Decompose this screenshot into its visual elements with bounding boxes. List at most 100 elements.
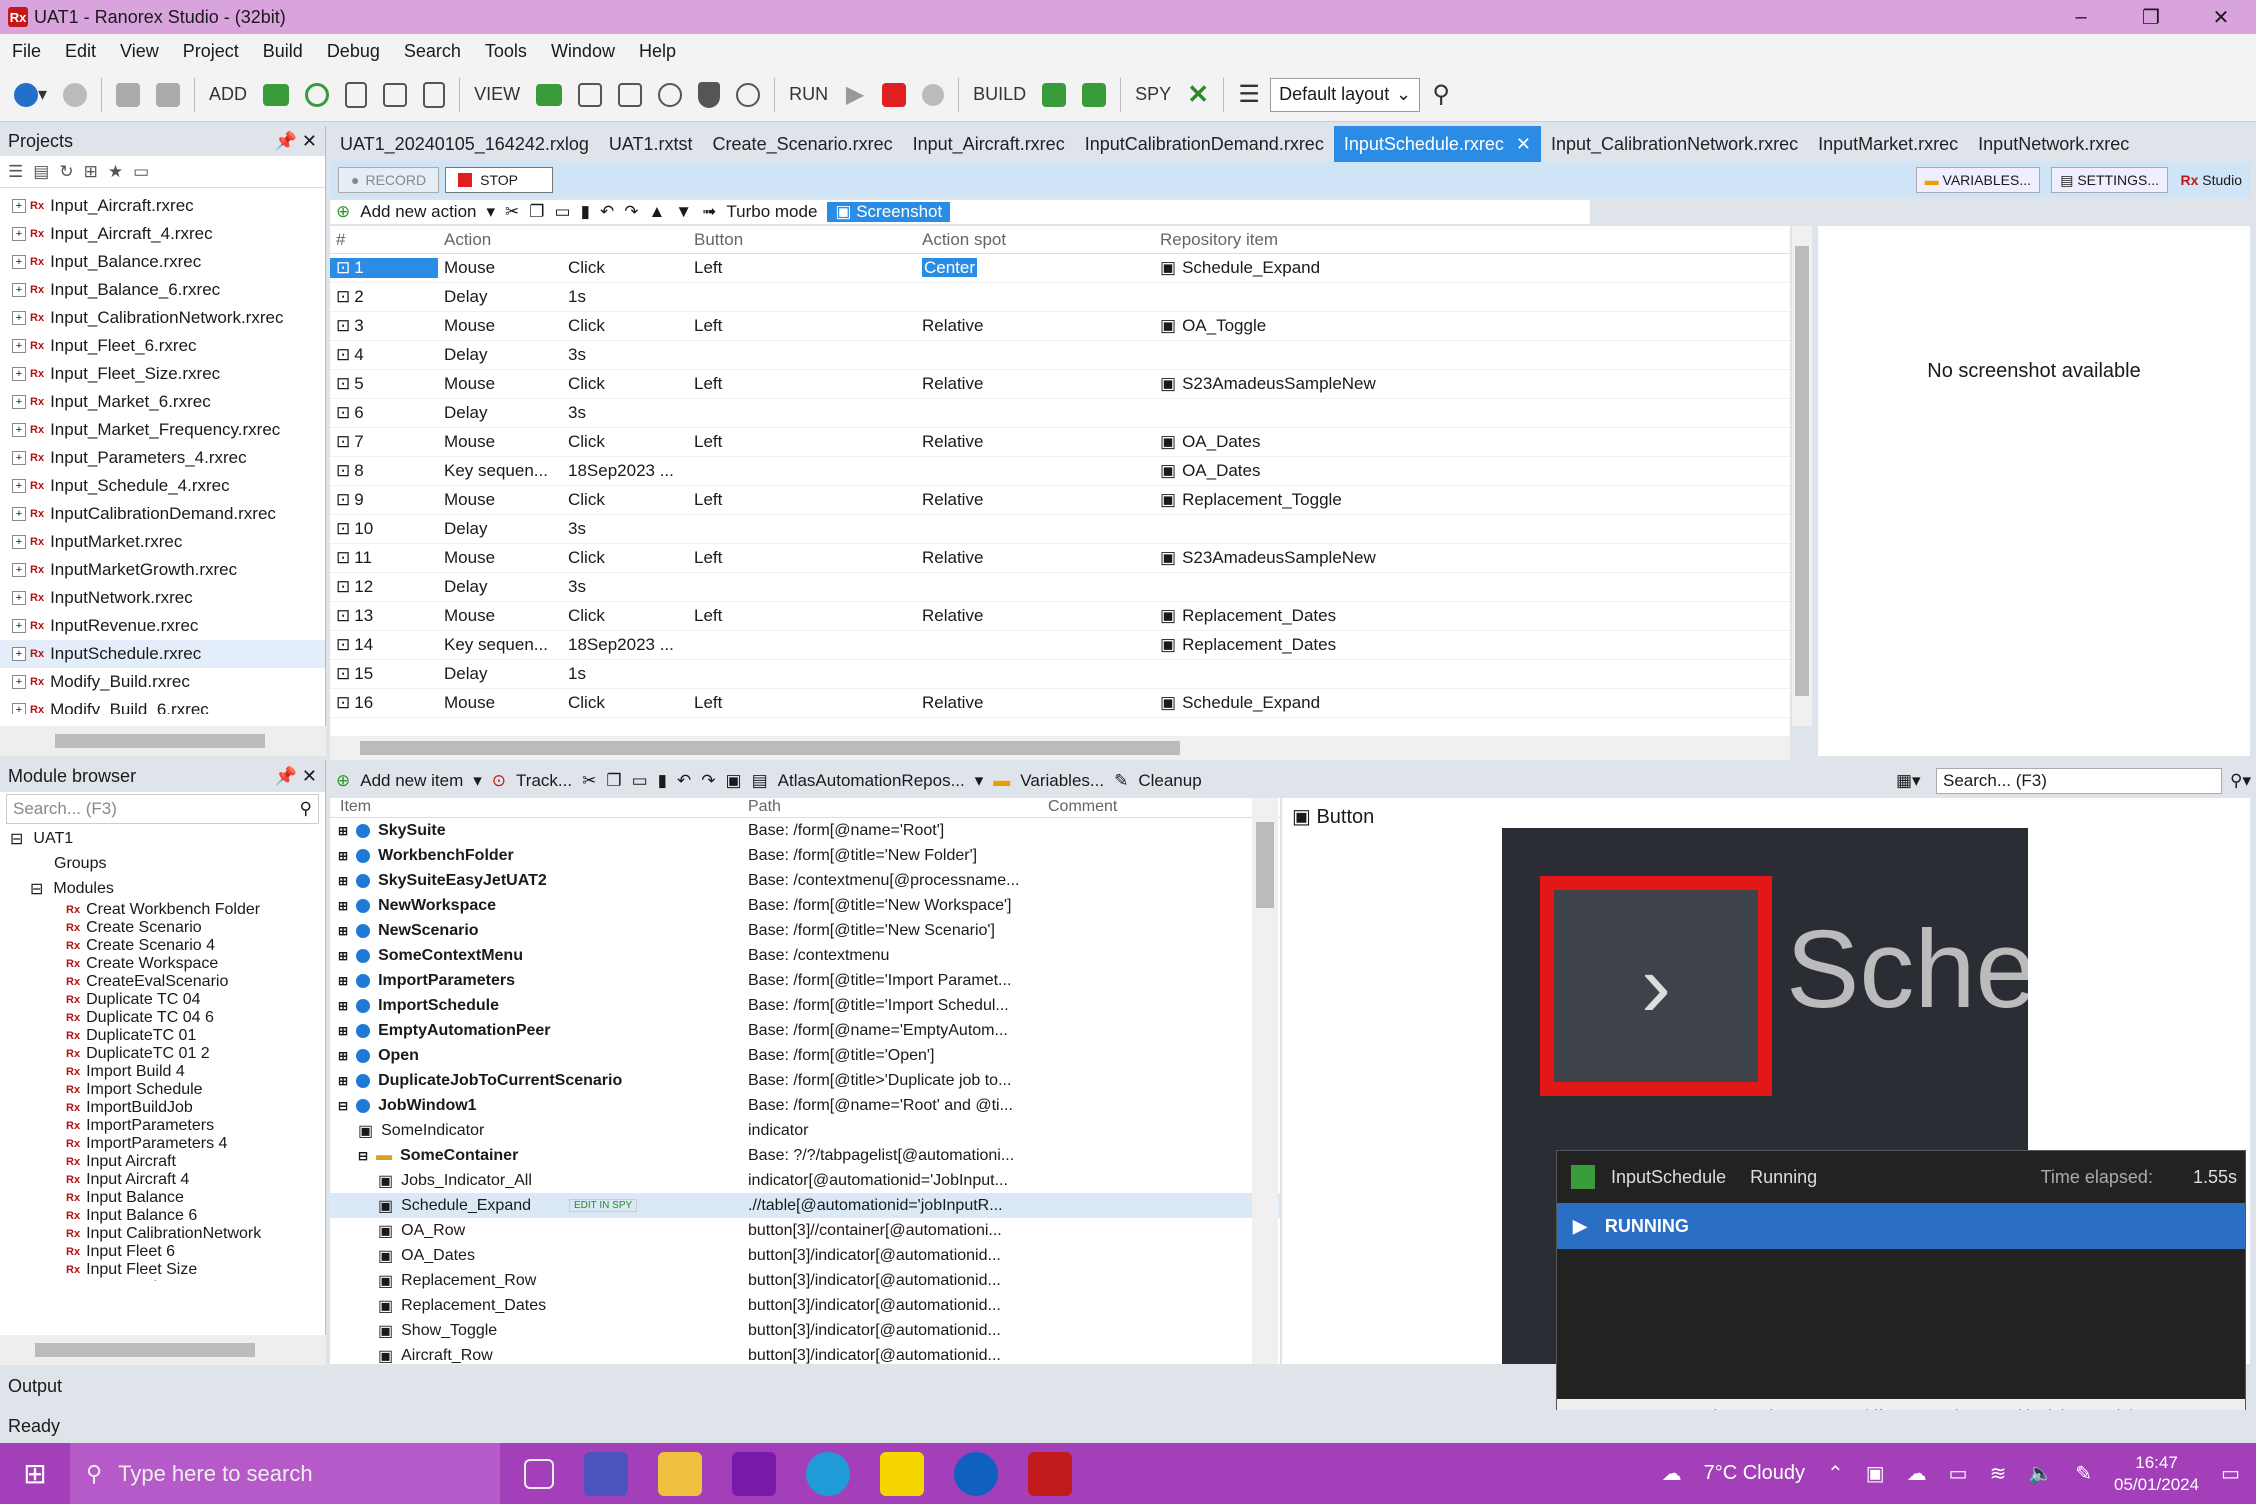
module-search-input[interactable]: Search... (F3) ⚲ [6,794,319,824]
repository-row[interactable]: ▣ OA_Dates button[3]/indicator[@automation… [330,1243,1280,1268]
tab-input-market[interactable]: InputMarket.rxrec [1808,126,1968,162]
menu-search[interactable]: Search [392,41,473,62]
windows-start-icon[interactable]: ⊞ [0,1443,70,1504]
tab-test-suite[interactable]: UAT1.rxtst [599,126,703,162]
redo-icon[interactable]: ↷ [701,771,715,791]
project-item[interactable]: + Rx InputRevenue.rxrec [0,612,325,640]
add-folder-button[interactable] [257,76,295,114]
teams-icon[interactable] [584,1451,628,1496]
cut-icon[interactable]: ✂ [505,202,519,222]
tab-input-network[interactable]: InputNetwork.rxrec [1968,126,2139,162]
move-up-icon[interactable]: ▲ [648,202,665,222]
module-item[interactable]: Rx Create Scenario 4 [66,937,325,955]
menu-file[interactable]: File [0,41,53,62]
expand-icon[interactable]: ⊞ [338,974,348,988]
module-item[interactable]: Rx Create Scenario [66,919,325,937]
module-item[interactable]: Rx ImportParameters 4 [66,1135,325,1153]
save-all-button[interactable] [150,76,186,114]
project-item[interactable]: + Rx Input_Aircraft.rxrec [0,192,325,220]
close-button[interactable]: ✕ [2186,0,2256,34]
edge-icon[interactable] [806,1451,850,1496]
menu-view[interactable]: View [108,41,171,62]
expand-icon[interactable]: ⊞ [338,1074,348,1088]
sticky-notes-icon[interactable] [880,1451,924,1496]
record-button[interactable]: ● RECORD [338,167,440,193]
expand-icon[interactable]: + [12,619,26,633]
project-item[interactable]: + Rx Modify_Build_6.rxrec [0,696,325,714]
expand-icon[interactable]: ⊞ [338,1049,348,1063]
action-row[interactable]: ⊡ 7 Mouse Click Left Relative ▣ OA_Dates [330,428,1790,457]
screenshot-icon[interactable]: ▣ [726,771,742,791]
expand-icon[interactable]: + [12,367,26,381]
module-modules[interactable]: ⊟ Modules [10,876,325,901]
ranorex-taskbar-icon[interactable] [1028,1451,1072,1496]
variables-button[interactable]: ▬ VARIABLES... [1915,167,2040,193]
tab-calibration-demand[interactable]: InputCalibrationDemand.rxrec [1075,126,1334,162]
table-view-icon[interactable]: ▦▾ [1896,771,1921,791]
repo-variables-button[interactable]: Variables... [1020,771,1104,791]
repository-row[interactable]: ⊞ ImportSchedule Base: /form[@title='Impor… [330,993,1280,1018]
module-root[interactable]: ⊟ UAT1 [10,826,325,851]
pen-icon[interactable]: ✎ [2075,1461,2092,1486]
tab-input-schedule[interactable]: InputSchedule.rxrec ✕ [1333,126,1542,162]
settings-button[interactable]: ▤ SETTINGS... [2051,167,2168,193]
module-item[interactable]: Rx Duplicate TC 04 [66,991,325,1009]
panel-close-icon[interactable]: 📌 ✕ [275,766,326,787]
repository-row[interactable]: ⊞ DuplicateJobToCurrentScenario Base: /for… [330,1068,1280,1093]
expand-icon[interactable]: ⊞ [338,949,348,963]
project-item[interactable]: + Rx Input_Market_6.rxrec [0,388,325,416]
action-row[interactable]: ⊡ 16 Mouse Click Left Relative ▣ Schedule_Expan… [330,689,1790,718]
view-solution-button[interactable] [530,76,568,114]
module-item[interactable]: Rx Input Balance 6 [66,1207,325,1225]
cleanup-button[interactable]: Cleanup [1138,771,1201,791]
repository-row[interactable]: ⊟ JobWindow1 Base: /form[@name='Root' and … [330,1093,1280,1118]
expand-icon[interactable]: ⊞ [338,824,348,838]
repository-select[interactable]: AtlasAutomationRepos... [778,771,965,791]
module-item[interactable]: Rx Input Aircraft [66,1153,325,1171]
repository-row[interactable]: ⊞ ImportParameters Base: /form[@title='Imp… [330,968,1280,993]
onedrive-icon[interactable]: ☁ [1907,1461,1927,1486]
expand-icon[interactable]: ⊞ [338,1024,348,1038]
project-item[interactable]: + Rx Input_CalibrationNetwork.rxrec [0,304,325,332]
network-icon[interactable]: ▣ [1866,1461,1885,1486]
minimize-button[interactable]: – [2046,0,2116,34]
menu-window[interactable]: Window [539,41,627,62]
output-panel-title[interactable]: Output [0,1368,1556,1408]
action-row[interactable]: ⊡ 15 Delay 1s [330,660,1790,689]
add-item-button[interactable]: Add new item [360,771,463,791]
module-item[interactable]: RxInput Market 6 [66,1279,325,1281]
repository-row[interactable]: ▣ Replacement_Dates button[3]/indicator[@a… [330,1293,1280,1318]
expand-icon[interactable]: + [12,563,26,577]
action-row[interactable]: ⊡ 2 Delay 1s [330,283,1790,312]
tab-input-aircraft[interactable]: Input_Aircraft.rxrec [903,126,1075,162]
track-button[interactable]: Track... [516,771,572,791]
repository-row[interactable]: ⊞ NewWorkspace Base: /form[@title='New Wor… [330,893,1280,918]
expand-icon[interactable]: ⊞ [338,899,348,913]
menu-debug[interactable]: Debug [315,41,392,62]
expand-icon[interactable]: + [12,283,26,297]
repo-vscroll[interactable] [1252,798,1278,1364]
expand-icon[interactable]: + [12,199,26,213]
expand-icon[interactable]: + [12,675,26,689]
screenshot-button[interactable]: ▣ Screenshot [827,202,951,222]
delete-icon[interactable]: ▮ [581,202,590,222]
repository-row[interactable]: ▣ Show_Toggle button[3]/indicator[@automat… [330,1318,1280,1343]
expand-icon[interactable]: ⊞ [338,999,348,1013]
maximize-button[interactable]: ❐ [2116,0,2186,34]
project-item[interactable]: + Rx Input_Fleet_6.rxrec [0,332,325,360]
forward-button[interactable] [57,76,93,114]
module-item[interactable]: Rx Create Workspace [66,955,325,973]
module-item[interactable]: Rx Import Schedule [66,1081,325,1099]
rebuild-button[interactable] [1076,76,1112,114]
open-folder-icon[interactable]: ▭ [133,162,149,182]
expand-icon[interactable]: + [12,703,26,714]
copy-icon[interactable]: ❐ [606,771,621,791]
stop-button[interactable]: STOP [445,167,554,193]
star-icon[interactable]: ★ [108,162,123,182]
module-item[interactable]: Rx Duplicate TC 04 6 [66,1009,325,1027]
view-network-button[interactable] [652,76,688,114]
repository-row[interactable]: ⊞ SomeContextMenu Base: /contextmenu [330,943,1280,968]
turbo-mode-button[interactable]: Turbo mode [726,202,817,222]
volume-icon[interactable]: 🔈 [2028,1461,2053,1486]
expand-icon[interactable]: ⊟ [338,1099,348,1113]
